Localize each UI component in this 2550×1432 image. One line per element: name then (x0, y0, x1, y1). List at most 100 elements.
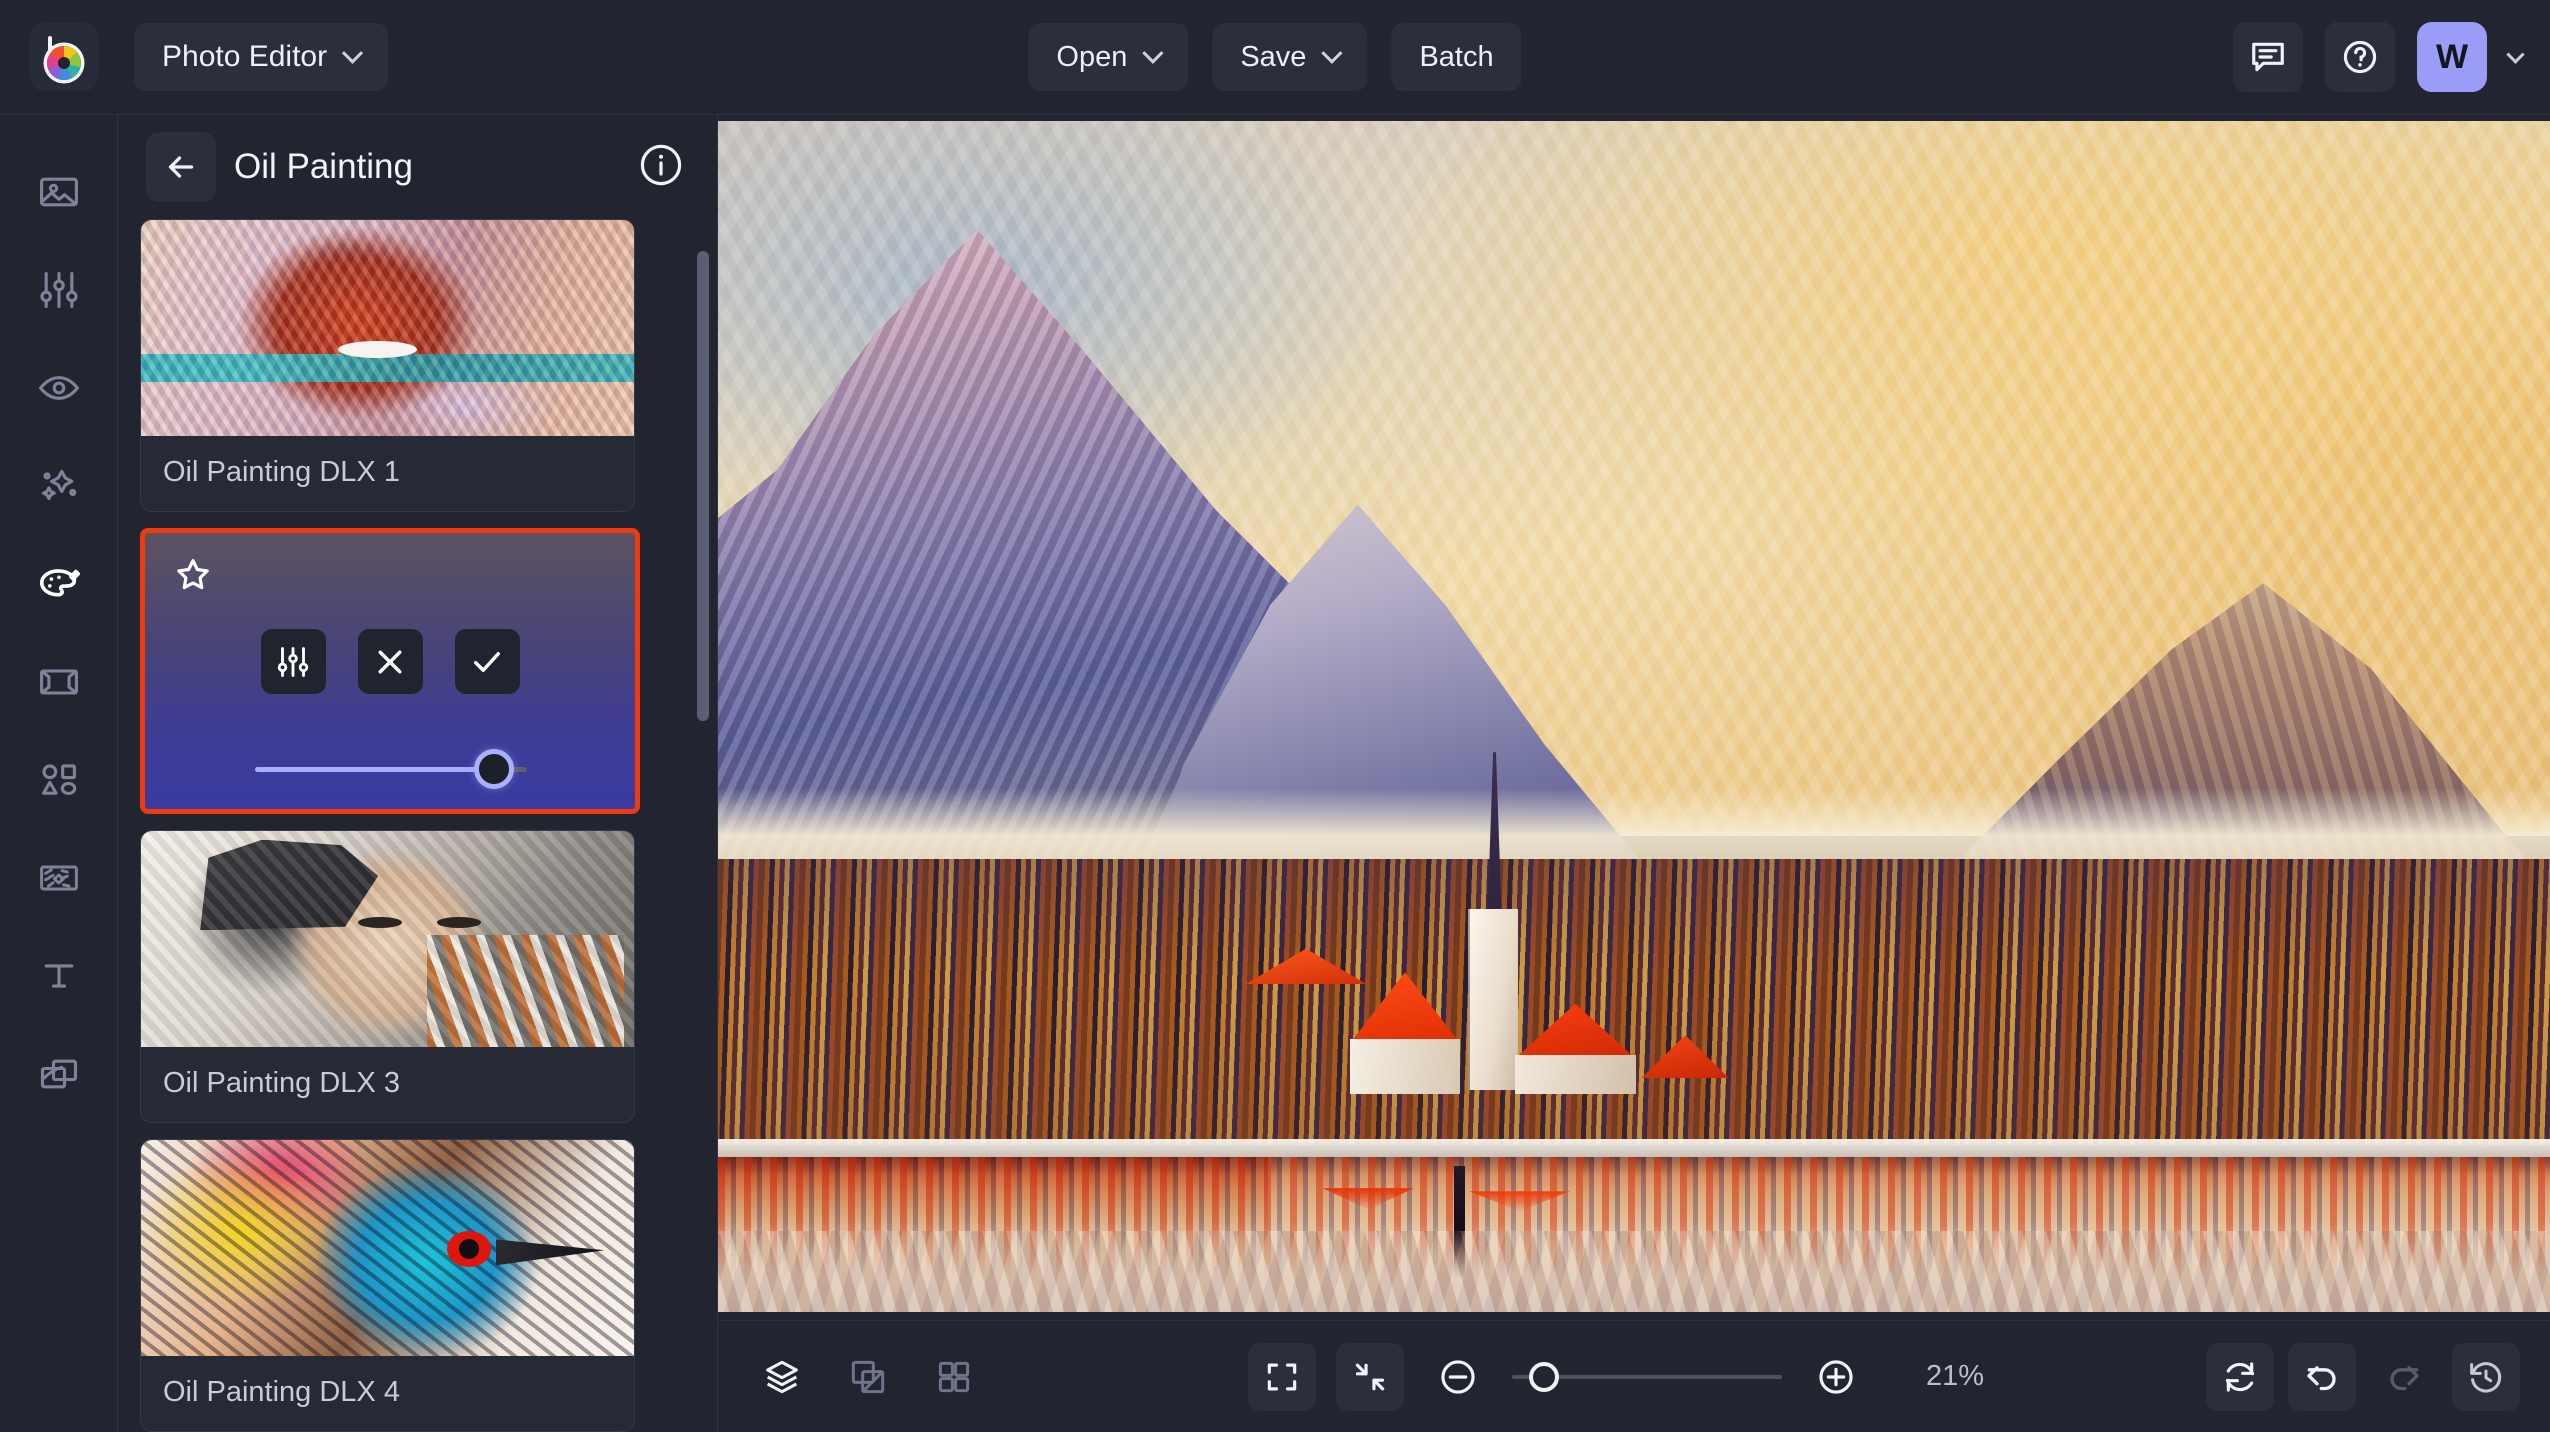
chevron-down-icon (342, 42, 364, 64)
bled-island (1213, 752, 1763, 1145)
info-circle-icon (640, 144, 682, 186)
preset-cancel-button[interactable] (357, 629, 423, 694)
batch-label: Batch (1419, 40, 1494, 73)
sidebar-item-adjustments[interactable] (28, 259, 90, 321)
sidebar-item-retouch[interactable] (28, 357, 90, 419)
account-chevron-down-icon[interactable] (2506, 44, 2525, 64)
lake-bled-oil-painting-artwork (718, 121, 2550, 1312)
eye-icon (38, 376, 79, 400)
becasso-logo-icon (41, 34, 87, 80)
preset-thumbnail-portrait-man (141, 220, 634, 436)
preset-card-3[interactable]: Oil Painting DLX 3 (140, 830, 635, 1123)
text-icon (44, 964, 73, 988)
app-mode-menu[interactable]: Photo Editor (134, 23, 389, 91)
zoom-slider[interactable] (1512, 1360, 1782, 1394)
app-body: Oil Painting Oil Painting DLX 1 Oil Pain… (0, 115, 2550, 1432)
bottom-left-tools (748, 1343, 988, 1411)
bottom-toolbar: 21% (718, 1320, 2550, 1432)
top-right-actions: W (2233, 22, 2525, 92)
zoom-out-icon (1441, 1359, 1475, 1394)
sidebar-item-texture[interactable] (28, 847, 90, 909)
sidebar-item-image[interactable] (28, 161, 90, 223)
zoom-controls: 21% (1248, 1342, 2020, 1411)
reset-button[interactable] (2206, 1342, 2274, 1411)
redo-button[interactable] (2370, 1343, 2438, 1411)
panel-header: Oil Painting (118, 115, 717, 219)
preset-panel: Oil Painting Oil Painting DLX 1 Oil Pain… (118, 115, 718, 1432)
open-label: Open (1056, 40, 1128, 73)
shrink-to-fit-icon (1355, 1363, 1385, 1390)
preset-card-2-selected[interactable] (140, 528, 640, 814)
preset-apply-button[interactable] (454, 629, 520, 694)
sparkles-icon (41, 469, 76, 501)
avatar[interactable]: W (2417, 22, 2487, 92)
arrow-left-icon (168, 156, 194, 178)
fit-screen-button[interactable] (1248, 1342, 1316, 1411)
lake-reflection (718, 1157, 2550, 1312)
history-clock-icon (2470, 1361, 2502, 1392)
sidebar-item-frame[interactable] (28, 651, 90, 713)
preset-label: Oil Painting DLX 1 (163, 456, 400, 488)
preset-strength-slider[interactable] (255, 749, 527, 789)
open-button[interactable]: Open (1028, 23, 1189, 91)
canvas-viewport[interactable] (718, 115, 2550, 1320)
back-button[interactable] (146, 132, 216, 202)
preset-list[interactable]: Oil Painting DLX 1 Oil Painting DLX 3 Oi… (118, 219, 717, 1432)
sliders-icon (39, 271, 78, 309)
batch-button[interactable]: Batch (1391, 23, 1522, 91)
zoom-in-icon (1819, 1359, 1853, 1394)
preset-card-1[interactable]: Oil Painting DLX 1 (140, 219, 635, 512)
layers-stack-icon (40, 1059, 77, 1089)
shrink-to-fit-button[interactable] (1336, 1342, 1404, 1411)
undo-button[interactable] (2288, 1342, 2356, 1411)
page-title: Oil Painting (234, 147, 413, 186)
app-logo[interactable] (30, 23, 98, 91)
zoom-slider-knob[interactable] (1529, 1361, 1560, 1392)
preset-settings-button[interactable] (260, 629, 326, 694)
preset-thumbnail-bird (141, 1140, 634, 1356)
history-button[interactable] (2452, 1342, 2520, 1411)
preset-panel-scrollbar[interactable] (697, 251, 709, 721)
feedback-button[interactable] (2233, 22, 2303, 92)
zoom-out-button[interactable] (1424, 1343, 1492, 1411)
help-button[interactable] (2325, 22, 2395, 92)
grid-view-button[interactable] (920, 1343, 988, 1411)
sidebar-item-shapes[interactable] (28, 749, 90, 811)
layers-icon (766, 1360, 798, 1393)
help-circle-icon (2343, 40, 2377, 74)
compare-button[interactable] (834, 1343, 902, 1411)
slider-knob[interactable] (474, 749, 515, 789)
top-center-actions: Open Save Batch (1028, 23, 1522, 91)
layers-button[interactable] (748, 1343, 816, 1411)
fit-screen-icon (1267, 1363, 1297, 1390)
canvas-area: 21% (718, 115, 2550, 1432)
sidebar-item-text[interactable] (28, 945, 90, 1007)
photo-editor-app: Photo Editor Open Save Batch W Oil Paint… (0, 0, 2550, 1432)
preset-label: Oil Painting DLX 4 (163, 1376, 400, 1408)
zoom-in-button[interactable] (1802, 1343, 1870, 1411)
sidebar-item-styles[interactable] (28, 553, 90, 615)
grid-view-icon (938, 1361, 970, 1392)
texture-icon (39, 865, 78, 891)
sidebar-item-layers[interactable] (28, 1043, 90, 1105)
shapes-icon (41, 764, 76, 795)
zoom-level-label: 21% (1925, 1360, 1985, 1392)
tool-rail (0, 115, 118, 1432)
slider-fill (255, 767, 495, 772)
sliders-icon (277, 646, 309, 677)
comment-icon (2252, 42, 2284, 72)
preset-action-buttons (145, 629, 635, 694)
save-button[interactable]: Save (1212, 23, 1368, 91)
sidebar-item-effects[interactable] (28, 455, 90, 517)
info-button[interactable] (637, 141, 689, 193)
reset-rotate-icon (2225, 1361, 2255, 1392)
preset-label: Oil Painting DLX 3 (163, 1067, 400, 1099)
chevron-down-icon (1321, 42, 1343, 64)
palette-icon (39, 569, 80, 597)
redo-icon (2390, 1365, 2419, 1390)
preset-card-4[interactable]: Oil Painting DLX 4 (140, 1139, 635, 1432)
top-bar: Photo Editor Open Save Batch W (0, 0, 2550, 115)
star-outline-icon[interactable] (173, 555, 213, 595)
save-label: Save (1240, 40, 1307, 73)
close-x-icon (378, 650, 402, 673)
